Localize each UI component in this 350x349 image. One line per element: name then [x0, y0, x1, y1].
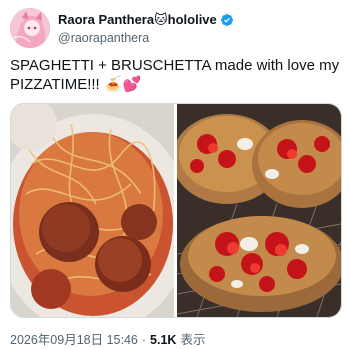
tweet-text: SPAGHETTI + BRUSCHETTA made with love my… [10, 57, 344, 93]
meta-separator: · [141, 333, 147, 347]
tweet-header: Raora Panthera🐱hololive @raorapanthera [10, 8, 340, 50]
display-name[interactable]: Raora Panthera🐱hololive [58, 12, 217, 28]
tweet-meta: 2026年09月18日 15:46 · 5.1K 表示 [10, 329, 205, 348]
timestamp[interactable]: 2026年09月18日 15:46 [10, 329, 138, 348]
verified-badge-icon [220, 14, 233, 26]
avatar[interactable] [10, 8, 50, 48]
avatar-image [10, 8, 50, 48]
media-grid [10, 103, 342, 318]
spaghetti-image [11, 104, 174, 317]
views-label: 表示 [180, 333, 206, 347]
photo-spaghetti[interactable] [11, 104, 174, 317]
handle[interactable]: @raorapanthera [58, 31, 149, 45]
views-count: 5.1K [150, 333, 177, 347]
bruschetta-image [177, 104, 341, 317]
photo-bruschetta[interactable] [177, 104, 341, 317]
